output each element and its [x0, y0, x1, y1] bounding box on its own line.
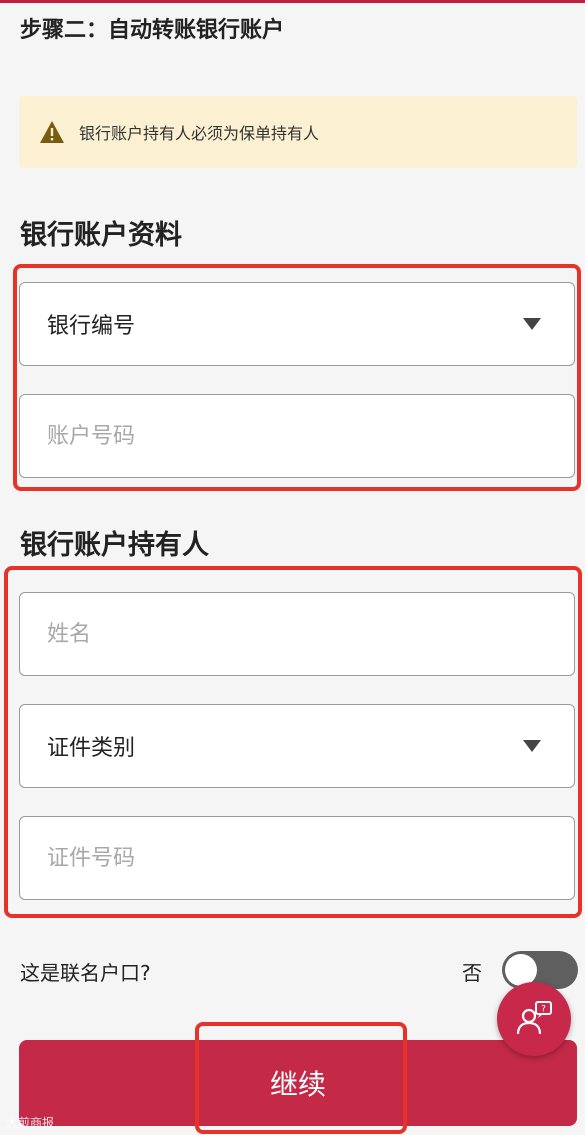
holder-section-title: 银行账户持有人: [20, 530, 209, 561]
bank-account-section-title: 银行账户资料: [20, 220, 182, 251]
customer-service-icon: ?: [516, 1001, 552, 1035]
warning-banner: 银行账户持有人必须为保单持有人: [19, 96, 577, 168]
warning-triangle-icon: [39, 120, 65, 144]
highlight-box-bank-account: [13, 264, 581, 491]
highlight-box-continue: [195, 1022, 407, 1134]
step-title: 步骤二：自动转账银行账户: [20, 18, 285, 43]
watermark: 大煎商报: [6, 1116, 55, 1130]
svg-text:?: ?: [541, 1005, 546, 1015]
warning-text: 银行账户持有人必须为保单持有人: [79, 124, 320, 143]
top-accent-bar: [0, 0, 585, 3]
joint-account-question: 这是联名户口?: [20, 961, 151, 985]
joint-account-toggle-state: 否: [462, 961, 482, 985]
customer-service-button[interactable]: ?: [497, 982, 571, 1056]
highlight-box-holder: [4, 566, 582, 918]
